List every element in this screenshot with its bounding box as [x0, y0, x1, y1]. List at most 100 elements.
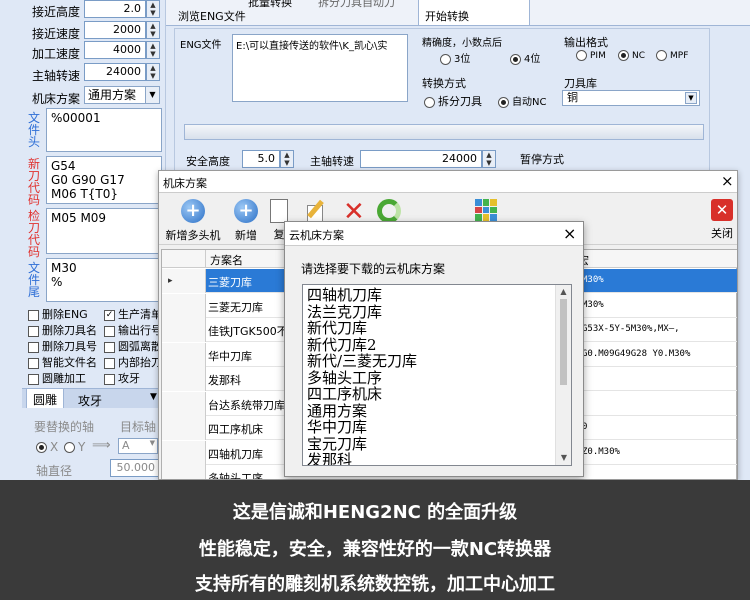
- scheme-select[interactable]: 通用方案 ▼: [84, 86, 160, 104]
- chevron-down-icon[interactable]: ▼: [145, 87, 159, 103]
- close-icon[interactable]: ×: [721, 172, 734, 190]
- cloud-grid-icon[interactable]: [475, 199, 497, 221]
- cloud-list-item[interactable]: 多轴头工序: [307, 369, 567, 387]
- tab-menu-arrow-icon[interactable]: ▼: [150, 392, 157, 402]
- radio-button[interactable]: [656, 50, 667, 61]
- cloud-list-item[interactable]: 发那科: [307, 452, 567, 465]
- radio-button[interactable]: [424, 96, 435, 108]
- checkbox-box[interactable]: [28, 309, 39, 321]
- tab-batch-convert[interactable]: 批量转换: [248, 0, 292, 10]
- checkbox-box[interactable]: [28, 373, 39, 385]
- cloud-list-item[interactable]: 华中刀库: [307, 419, 567, 436]
- tab-round-carve[interactable]: 圆雕: [26, 388, 65, 408]
- cloud-list-item[interactable]: 四工序机床: [307, 386, 567, 403]
- spindle-speed-spinner[interactable]: ▲ ▼: [146, 63, 160, 81]
- top-spindle-spinner[interactable]: ▲ ▼: [482, 150, 496, 168]
- cloud-scheme-list[interactable]: 四轴机刀库 法兰克刀库 新代刀库 新代刀库2 新代/三菱无刀库 多轴头工序 四工序机床 通用方…: [302, 284, 572, 466]
- checkbox-box[interactable]: [28, 357, 39, 369]
- tab-start-convert[interactable]: 开始转换: [418, 0, 530, 26]
- approach-height-input[interactable]: 2.0: [84, 0, 146, 18]
- convert-split-label: 拆分刀具: [438, 95, 482, 108]
- scheme-label: 机床方案: [32, 92, 81, 106]
- add-button[interactable]: + 新增: [229, 197, 263, 243]
- radio-button[interactable]: [440, 53, 451, 65]
- checkbox-delete-tool-no[interactable]: 删除刀具号: [28, 338, 97, 354]
- check-tool-label: 检刀代码: [28, 209, 41, 259]
- close-icon[interactable]: ×: [563, 224, 576, 243]
- cloud-list-item[interactable]: 宝元刀库: [307, 435, 567, 453]
- approach-speed-input[interactable]: 2000: [84, 21, 146, 39]
- diameter-input[interactable]: 50.000: [110, 459, 160, 477]
- checkbox-box[interactable]: [104, 357, 115, 369]
- checkbox-round-carve[interactable]: 圆雕加工: [28, 370, 86, 386]
- cloud-list-item[interactable]: 新代刀库: [307, 320, 567, 337]
- edit-pencil-icon[interactable]: [305, 199, 327, 223]
- checkbox-arc-discrete[interactable]: 圆弧离散: [104, 338, 162, 354]
- checkbox-box[interactable]: [28, 325, 39, 337]
- file-tail-textbox[interactable]: M30 %: [46, 258, 162, 302]
- checkbox-smart-filename[interactable]: 智能文件名: [28, 354, 97, 370]
- approach-height-spinner[interactable]: ▲ ▼: [146, 0, 160, 18]
- approach-speed-spinner[interactable]: ▲ ▼: [146, 21, 160, 39]
- close-button[interactable]: ✕ 关闭: [707, 197, 737, 243]
- checkbox-internal-lift[interactable]: 内部抬刀: [104, 354, 162, 370]
- checkbox-label: 删除刀具号: [42, 340, 97, 353]
- tool-library-select[interactable]: 铜 ▼: [562, 90, 700, 106]
- checkbox-delete-eng[interactable]: 删除ENG: [28, 306, 88, 322]
- precision-3[interactable]: 3位: [440, 50, 470, 65]
- feed-speed-input[interactable]: 4000: [84, 41, 146, 59]
- cloud-list-item[interactable]: 四轴机刀库: [307, 287, 567, 304]
- radio-button[interactable]: [498, 96, 509, 108]
- cloud-list-item[interactable]: 新代/三菱无刀库: [307, 353, 567, 370]
- checkbox-production-list[interactable]: ✓ 生产清单: [104, 306, 162, 322]
- spindle-speed-input[interactable]: 24000: [84, 63, 146, 81]
- top-spindle-input[interactable]: 24000: [360, 150, 482, 168]
- add-multihead-button[interactable]: + 新增多头机: [163, 197, 223, 243]
- output-mpf[interactable]: MPF: [656, 50, 688, 61]
- axis-radio-y[interactable]: Y: [64, 440, 85, 454]
- safe-height-input[interactable]: 5.0: [242, 150, 280, 168]
- safe-height-spinner[interactable]: ▲ ▼: [280, 150, 294, 168]
- radio-y[interactable]: [64, 442, 75, 453]
- banner-line-3: 支持所有的雕刻机系统数控铣，加工中心加工: [195, 574, 555, 595]
- output-pim[interactable]: PIM: [576, 50, 606, 61]
- check-tool-textbox[interactable]: M05 M09: [46, 208, 162, 254]
- chevron-down-icon[interactable]: ▼: [685, 92, 697, 104]
- cloud-list-item[interactable]: 法兰克刀库: [307, 303, 567, 321]
- header-scheme-name[interactable]: 方案名: [210, 252, 243, 268]
- axis-radio-x[interactable]: X: [36, 440, 58, 454]
- checkbox-output-line-no[interactable]: 输出行号: [104, 322, 162, 338]
- tab-browse-eng[interactable]: 浏览ENG文件: [178, 8, 246, 24]
- radio-button[interactable]: [576, 50, 587, 61]
- list-scrollbar[interactable]: ▲ ▼: [555, 285, 571, 465]
- precision-4[interactable]: 4位: [510, 50, 540, 65]
- tab-tapping[interactable]: 攻牙: [72, 390, 108, 411]
- refresh-icon[interactable]: [377, 199, 401, 223]
- checkbox-box[interactable]: [104, 341, 115, 353]
- tab-split-auto[interactable]: 拆分刀具自动刀: [318, 0, 395, 10]
- radio-x[interactable]: [36, 442, 47, 453]
- scroll-thumb[interactable]: [560, 299, 567, 385]
- checkbox-tapping[interactable]: 攻牙: [104, 370, 140, 386]
- radio-button[interactable]: [618, 50, 629, 61]
- checkbox-box[interactable]: [28, 341, 39, 353]
- checkbox-box[interactable]: ✓: [104, 309, 115, 321]
- checkbox-box[interactable]: [104, 325, 115, 337]
- checkbox-box[interactable]: [104, 373, 115, 385]
- scroll-down-icon[interactable]: ▼: [556, 451, 572, 465]
- file-head-textbox[interactable]: %00001: [46, 108, 162, 152]
- cloud-list-item[interactable]: 新代刀库2: [307, 336, 567, 354]
- feed-speed-spinner[interactable]: ▲ ▼: [146, 41, 160, 59]
- eng-file-path-textbox[interactable]: E:\可以直接传送的软件\K_凯心\实: [232, 34, 408, 102]
- target-axis-select[interactable]: A ▼: [118, 438, 158, 454]
- cloud-list-item[interactable]: 通用方案: [307, 402, 567, 420]
- scroll-up-icon[interactable]: ▲: [556, 285, 571, 299]
- left-panel: 接近高度 2.0 ▲ ▼ 接近速度 2000 ▲ ▼ 加工速度 4000 ▲ ▼ 主轴…: [22, 0, 166, 480]
- radio-button[interactable]: [510, 53, 521, 65]
- output-nc[interactable]: NC: [618, 50, 645, 61]
- checkbox-delete-tool-name[interactable]: 删除刀具名: [28, 322, 97, 338]
- new-tool-textbox[interactable]: G54 G0 G90 G17 M06 T{T0}: [46, 156, 162, 204]
- convert-auto[interactable]: 自动NC: [498, 93, 546, 108]
- plus-circle-icon: +: [181, 199, 205, 223]
- convert-split[interactable]: 拆分刀具: [424, 93, 482, 109]
